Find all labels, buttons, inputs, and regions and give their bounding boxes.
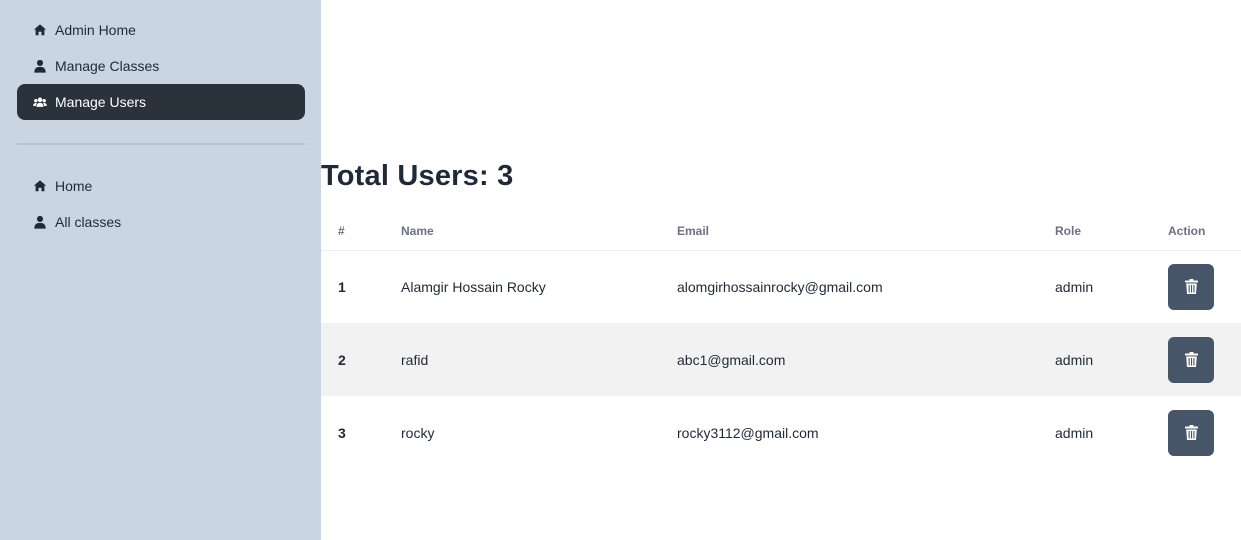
user-role: admin [1055,424,1094,441]
nav-item-manage-users[interactable]: Manage Users [17,84,305,120]
user-role: admin [1055,278,1094,295]
site-nav: Home All classes [17,168,305,240]
sidebar-divider [17,143,305,145]
nav-item-label: Manage Classes [55,58,160,74]
nav-item-home[interactable]: Home [17,168,305,204]
home-icon [33,179,47,193]
table-row: 2 rafid abc1@gmail.com admin [321,323,1241,396]
user-email: abc1@gmail.com [677,323,1055,396]
trash-icon [1184,279,1198,295]
user-name: rocky [401,424,435,441]
home-icon [33,23,47,37]
user-email: alomgirhossainrocky@gmail.com [677,278,883,295]
user-icon [33,215,47,229]
nav-item-label: Home [55,178,93,194]
nav-item-manage-classes[interactable]: Manage Classes [17,48,305,84]
main-content: Total Users: 3 # Name Email Role Action … [321,0,1241,540]
column-header-number: # [321,212,401,251]
user-name: Alamgir Hossain Rocky [401,278,546,295]
row-number: 2 [321,323,401,396]
nav-item-label: Admin Home [55,22,136,38]
nav-item-label: Manage Users [55,94,147,110]
users-icon [33,95,47,109]
sidebar: Admin Home Manage Classes Manage Users H… [0,0,321,540]
row-number: 1 [338,278,346,295]
action-cell [1168,250,1241,323]
nav-item-admin-home[interactable]: Admin Home [17,12,305,48]
dashboard-nav: Admin Home Manage Classes Manage Users [17,12,305,120]
column-header-role: Role [1055,212,1168,251]
user-icon [33,59,47,73]
user-role: admin [1055,323,1168,396]
table-header-row: # Name Email Role Action [321,212,1241,251]
column-header-action: Action [1168,212,1241,251]
user-email: rocky3112@gmail.com [677,424,819,441]
nav-item-all-classes[interactable]: All classes [17,204,305,240]
action-cell [1168,396,1241,469]
users-table: # Name Email Role Action 1 Alamgir Hossa… [321,212,1241,469]
action-cell [1168,323,1241,396]
column-header-email: Email [677,212,1055,251]
delete-user-button[interactable] [1168,263,1214,310]
table-row: 1 Alamgir Hossain Rocky alomgirhossainro… [321,250,1241,323]
page-title: Total Users: 3 [321,160,514,192]
column-header-name: Name [401,212,677,251]
table-row: 3 rocky rocky3112@gmail.com admin [321,396,1241,469]
nav-item-label: All classes [55,214,122,230]
row-number: 3 [338,424,346,441]
user-name: rafid [401,323,677,396]
trash-icon [1184,352,1198,367]
delete-user-button[interactable] [1168,409,1214,456]
trash-icon [1184,425,1198,440]
delete-user-button[interactable] [1168,336,1214,383]
